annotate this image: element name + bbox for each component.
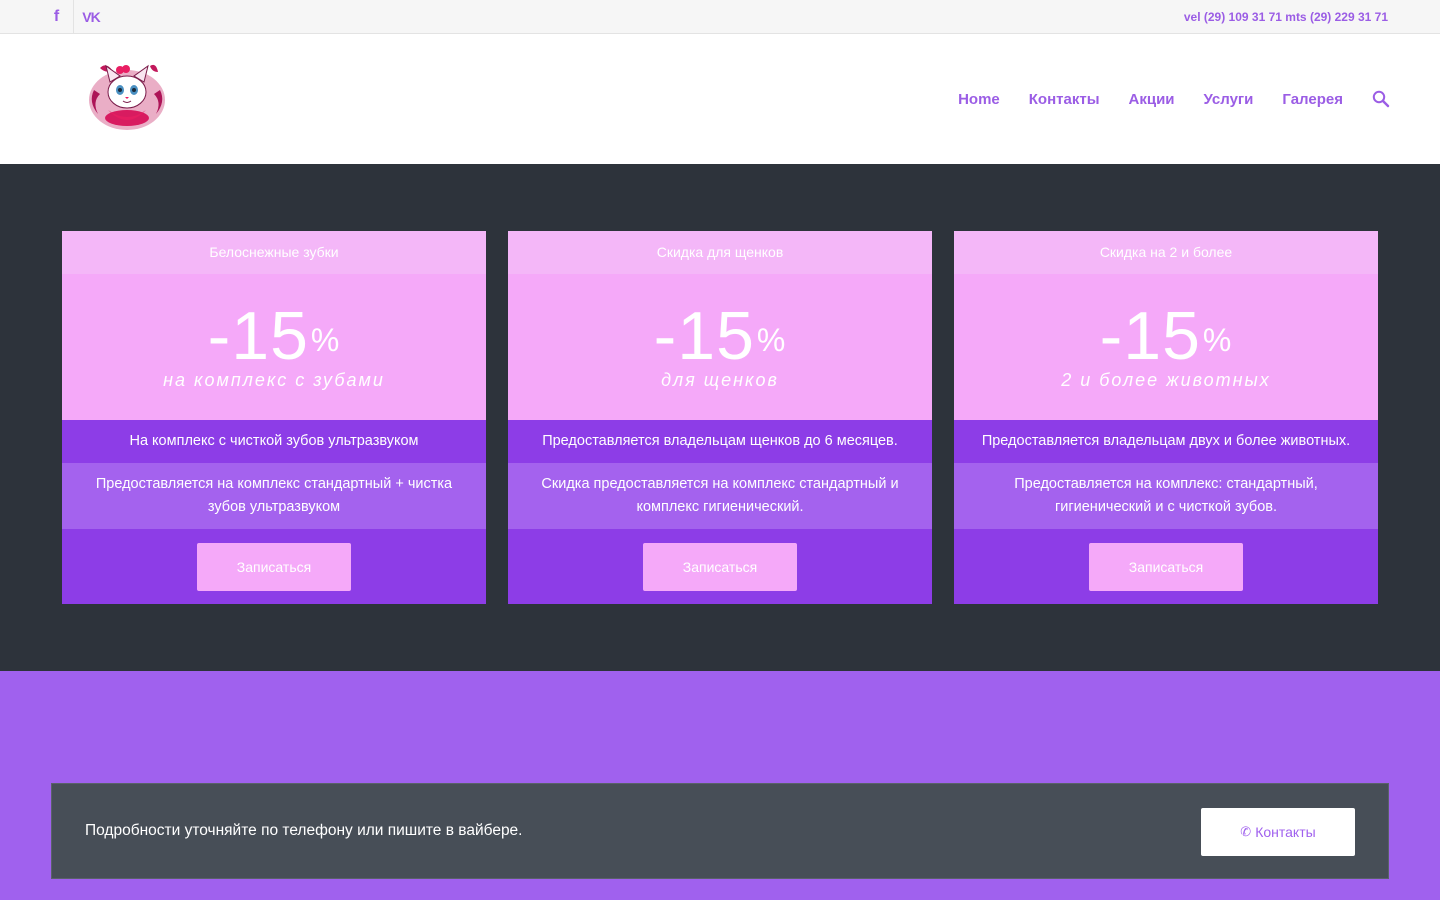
card-feature: Предоставляется владельцам щенков до 6 м…: [508, 420, 932, 463]
card-description: Предоставляется на комплекс: стандартный…: [954, 463, 1378, 529]
cat-logo-icon[interactable]: [86, 60, 168, 132]
nav-gallery[interactable]: Галерея: [1282, 91, 1343, 108]
top-bar: f VK vel (29) 109 31 71 mts (29) 229 31 …: [0, 0, 1440, 34]
signup-button[interactable]: Записаться: [197, 543, 351, 591]
search-icon[interactable]: [1372, 90, 1390, 108]
card-feature: Предоставляется владельцам двух и более …: [954, 420, 1378, 463]
main-nav: Home Контакты Акции Услуги Галерея: [929, 34, 1390, 164]
contacts-button-label: Контакты: [1255, 824, 1316, 840]
card-price-block: -15% на комплекс с зубами: [62, 274, 486, 420]
cta-text: Подробности уточняйте по телефону или пи…: [85, 822, 523, 839]
card-title: Белоснежные зубки: [62, 231, 486, 274]
card-title: Скидка для щенков: [508, 231, 932, 274]
phone-icon: ✆: [1240, 824, 1252, 839]
nav-home[interactable]: Home: [958, 91, 1000, 108]
promotions-section: Белоснежные зубки -15% на комплекс с зуб…: [0, 164, 1440, 671]
phone-numbers: vel (29) 109 31 71 mts (29) 229 31 71: [1183, 10, 1388, 24]
card-price-subtitle: 2 и более животных: [1061, 370, 1271, 390]
nav-services[interactable]: Услуги: [1204, 91, 1254, 108]
site-header: Home Контакты Акции Услуги Галерея: [0, 34, 1440, 164]
contacts-button[interactable]: ✆ Контакты: [1201, 808, 1355, 856]
card-price-subtitle: для щенков: [661, 370, 779, 390]
nav-contacts[interactable]: Контакты: [1029, 91, 1100, 108]
card-price: -15%: [207, 298, 341, 374]
card-description: Скидка предоставляется на комплекс станд…: [508, 463, 932, 529]
facebook-icon[interactable]: f: [40, 0, 74, 33]
card-footer: Записаться: [508, 529, 932, 604]
card-price: -15%: [1099, 298, 1233, 374]
card-price-block: -15% 2 и более животных: [954, 274, 1378, 420]
nav-promotions[interactable]: Акции: [1129, 91, 1175, 108]
card-title: Скидка на 2 и более: [954, 231, 1378, 274]
promo-card: Скидка на 2 и более -15% 2 и более живот…: [954, 231, 1378, 604]
card-footer: Записаться: [954, 529, 1378, 604]
signup-button[interactable]: Записаться: [643, 543, 797, 591]
promo-card: Скидка для щенков -15% для щенков Предос…: [508, 231, 932, 604]
card-price-subtitle: на комплекс с зубами: [163, 370, 385, 390]
promo-card: Белоснежные зубки -15% на комплекс с зуб…: [62, 231, 486, 604]
signup-button[interactable]: Записаться: [1089, 543, 1243, 591]
card-description: Предоставляется на комплекс стандартный …: [62, 463, 486, 529]
card-price-block: -15% для щенков: [508, 274, 932, 420]
cta-box: Подробности уточняйте по телефону или пи…: [51, 783, 1389, 879]
card-price: -15%: [653, 298, 787, 374]
card-footer: Записаться: [62, 529, 486, 604]
vk-icon[interactable]: VK: [74, 0, 108, 33]
card-feature: На комплекс с чисткой зубов ультразвуком: [62, 420, 486, 463]
contact-section: Подробности уточняйте по телефону или пи…: [0, 671, 1440, 900]
